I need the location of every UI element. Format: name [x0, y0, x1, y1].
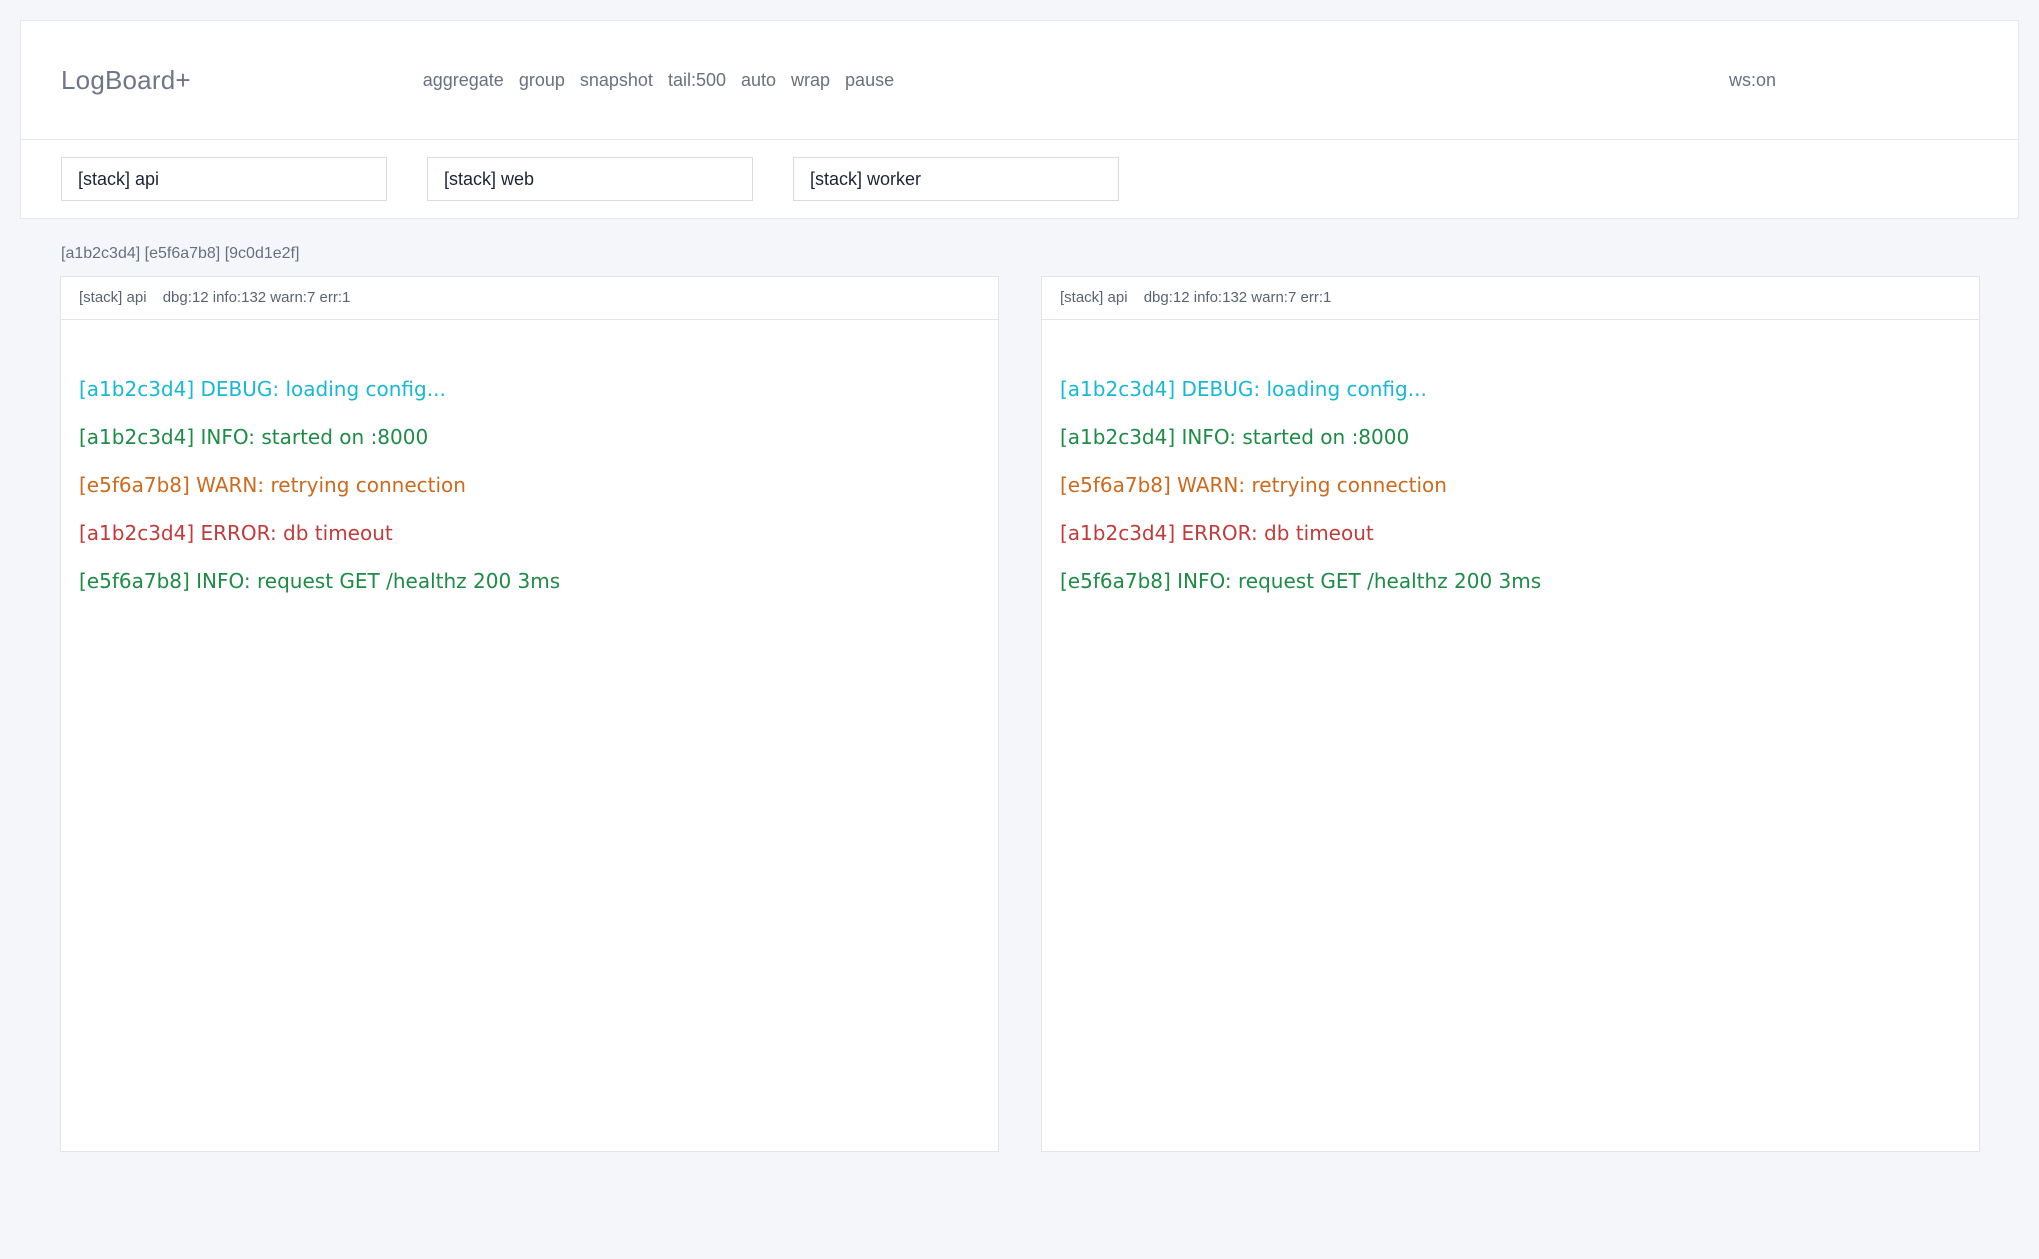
log-line-info: [e5f6a7b8] INFO: request GET /healthz 20…: [1060, 566, 1961, 596]
app-title: LogBoard+: [61, 65, 191, 96]
toolbar-item-snapshot[interactable]: snapshot: [580, 70, 653, 91]
log-line-info: [a1b2c3d4] INFO: started on :8000: [1060, 422, 1961, 452]
toolbar-item-pause[interactable]: pause: [845, 70, 894, 91]
toolbar-item-group[interactable]: group: [519, 70, 565, 91]
filter-input-0[interactable]: [61, 157, 387, 201]
log-line-warn: [e5f6a7b8] WARN: retrying connection: [79, 470, 980, 500]
ws-status-badge[interactable]: ws:on: [1729, 70, 1776, 91]
log-line-info: [a1b2c3d4] INFO: started on :8000: [79, 422, 980, 452]
log-line-warn: [e5f6a7b8] WARN: retrying connection: [1060, 470, 1961, 500]
log-grid: [stack] api dbg:12 info:132 warn:7 err:1…: [60, 276, 1980, 1152]
panel-stats: dbg:12 info:132 warn:7 err:1: [1144, 289, 1332, 306]
toolbar-item-aggregate[interactable]: aggregate: [423, 70, 504, 91]
panel-stats: dbg:12 info:132 warn:7 err:1: [163, 289, 351, 306]
log-line-error: [a1b2c3d4] ERROR: db timeout: [1060, 518, 1961, 548]
panel-source-label: [stack] api: [1060, 289, 1132, 306]
filter-input-1[interactable]: [427, 157, 753, 201]
log-line-error: [a1b2c3d4] ERROR: db timeout: [79, 518, 980, 548]
trace-summary: [a1b2c3d4] [e5f6a7b8] [9c0d1e2f]: [61, 245, 1980, 263]
toolbar-item-auto[interactable]: auto: [741, 70, 776, 91]
log-area[interactable]: [a1b2c3d4] DEBUG: loading config... [a1b2…: [61, 320, 998, 1151]
toolbar-item-wrap[interactable]: wrap: [791, 70, 830, 91]
log-line-info: [e5f6a7b8] INFO: request GET /healthz 20…: [79, 566, 980, 596]
log-area[interactable]: [a1b2c3d4] DEBUG: loading config... [a1b2…: [1042, 320, 1979, 1151]
toolbar: aggregate group snapshot tail:500 auto wrappa…: [423, 70, 894, 91]
log-line-debug: [a1b2c3d4] DEBUG: loading config...: [79, 374, 980, 404]
filter-input-2[interactable]: [793, 157, 1119, 201]
log-panel-1: [stack] api dbg:12 info:132 warn:7 err:1…: [1041, 276, 1980, 1152]
panel-header: [stack] api dbg:12 info:132 warn:7 err:1: [61, 277, 998, 320]
header-row: LogBoard+ aggregate group snapshot tail:500…: [21, 21, 2018, 139]
toolbar-item-tail-500[interactable]: tail:500: [668, 70, 726, 91]
log-panel-0: [stack] api dbg:12 info:132 warn:7 err:1…: [60, 276, 999, 1152]
panel-source-label: [stack] api: [79, 289, 151, 306]
topbar: LogBoard+ aggregate group snapshot tail:500…: [20, 20, 2019, 219]
filter-row: [21, 139, 2018, 218]
panel-header: [stack] api dbg:12 info:132 warn:7 err:1: [1042, 277, 1979, 320]
content: [a1b2c3d4] [e5f6a7b8] [9c0d1e2f] [stack]…: [60, 245, 1980, 1152]
log-line-debug: [a1b2c3d4] DEBUG: loading config...: [1060, 374, 1961, 404]
